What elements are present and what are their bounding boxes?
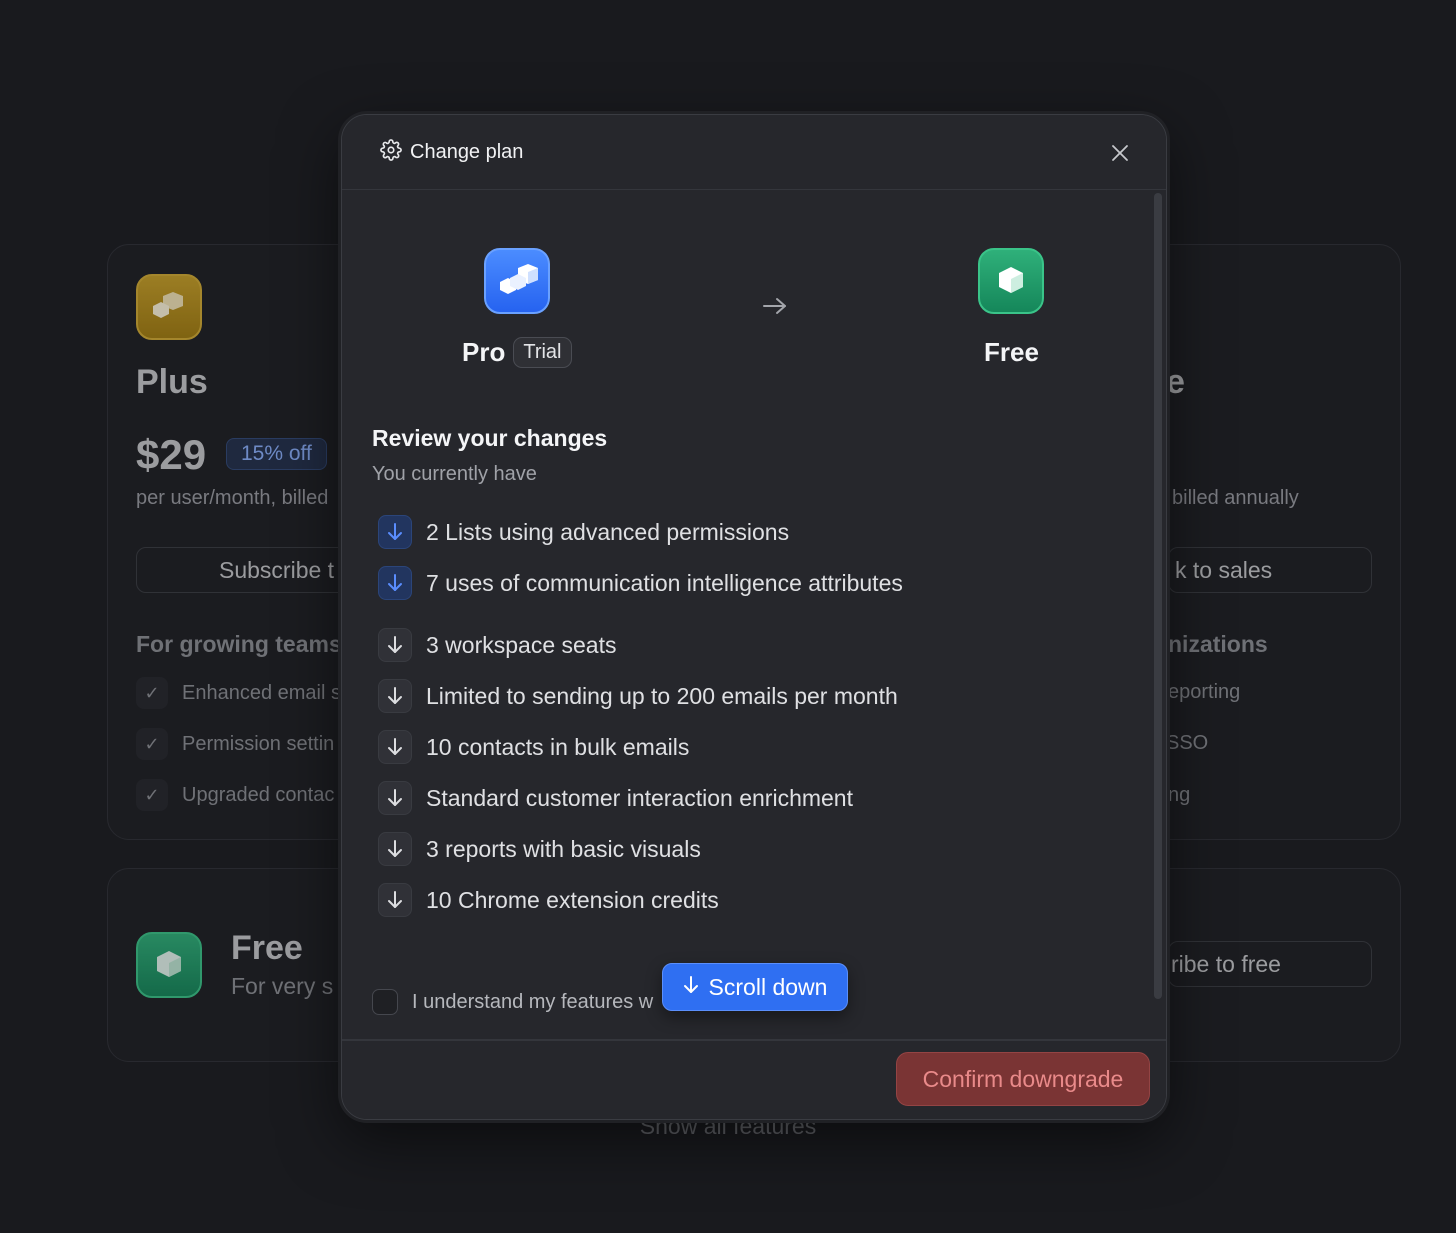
- modal-body[interactable]: Pro Trial Free Review your changes You c…: [342, 191, 1166, 1041]
- change-item: 2 Lists using advanced permissions: [378, 515, 789, 549]
- free-plan-icon: [978, 248, 1044, 314]
- trial-badge: Trial: [513, 337, 572, 368]
- modal-header: Change plan: [342, 115, 1166, 190]
- modal-scrollbar[interactable]: [1154, 193, 1162, 999]
- change-plan-modal: Change plan Pro Trial Free Review your c…: [341, 114, 1167, 1120]
- arrow-down-icon: [378, 628, 412, 662]
- arrow-down-icon: [378, 730, 412, 764]
- gear-icon: [380, 138, 402, 166]
- arrow-down-icon: [378, 679, 412, 713]
- arrow-right-icon: [762, 297, 788, 320]
- scroll-down-button[interactable]: Scroll down: [662, 963, 848, 1011]
- modal-footer: Confirm downgrade: [342, 1039, 1166, 1119]
- arrow-down-icon: [378, 832, 412, 866]
- arrow-down-icon: [378, 781, 412, 815]
- from-plan: Pro Trial: [462, 337, 572, 368]
- arrow-down-icon: [378, 566, 412, 600]
- arrow-down-icon: [378, 515, 412, 549]
- modal-title: Change plan: [410, 140, 524, 163]
- review-subtitle: You currently have: [372, 463, 537, 485]
- change-item: 3 reports with basic visuals: [378, 832, 701, 866]
- review-title: Review your changes: [372, 425, 608, 451]
- to-plan: Free: [984, 337, 1039, 368]
- change-item: 3 workspace seats: [378, 628, 616, 662]
- change-item: 10 contacts in bulk emails: [378, 730, 689, 764]
- from-plan-name: Pro: [462, 337, 506, 367]
- change-item: Limited to sending up to 200 emails per …: [378, 679, 898, 713]
- close-icon[interactable]: [1108, 141, 1132, 165]
- to-plan-name: Free: [984, 337, 1039, 367]
- pro-plan-icon: [484, 248, 550, 314]
- scroll-down-label: Scroll down: [708, 973, 828, 1000]
- arrow-down-icon: [683, 974, 699, 1001]
- change-item: 10 Chrome extension credits: [378, 883, 719, 917]
- acknowledge-row[interactable]: I understand my features w: [372, 989, 653, 1015]
- change-item: Standard customer interaction enrichment: [378, 781, 853, 815]
- acknowledge-label: I understand my features w: [412, 990, 654, 1013]
- arrow-down-icon: [378, 883, 412, 917]
- change-item: 7 uses of communication intelligence att…: [378, 566, 903, 600]
- confirm-downgrade-button[interactable]: Confirm downgrade: [896, 1052, 1150, 1106]
- acknowledge-checkbox[interactable]: [372, 989, 398, 1015]
